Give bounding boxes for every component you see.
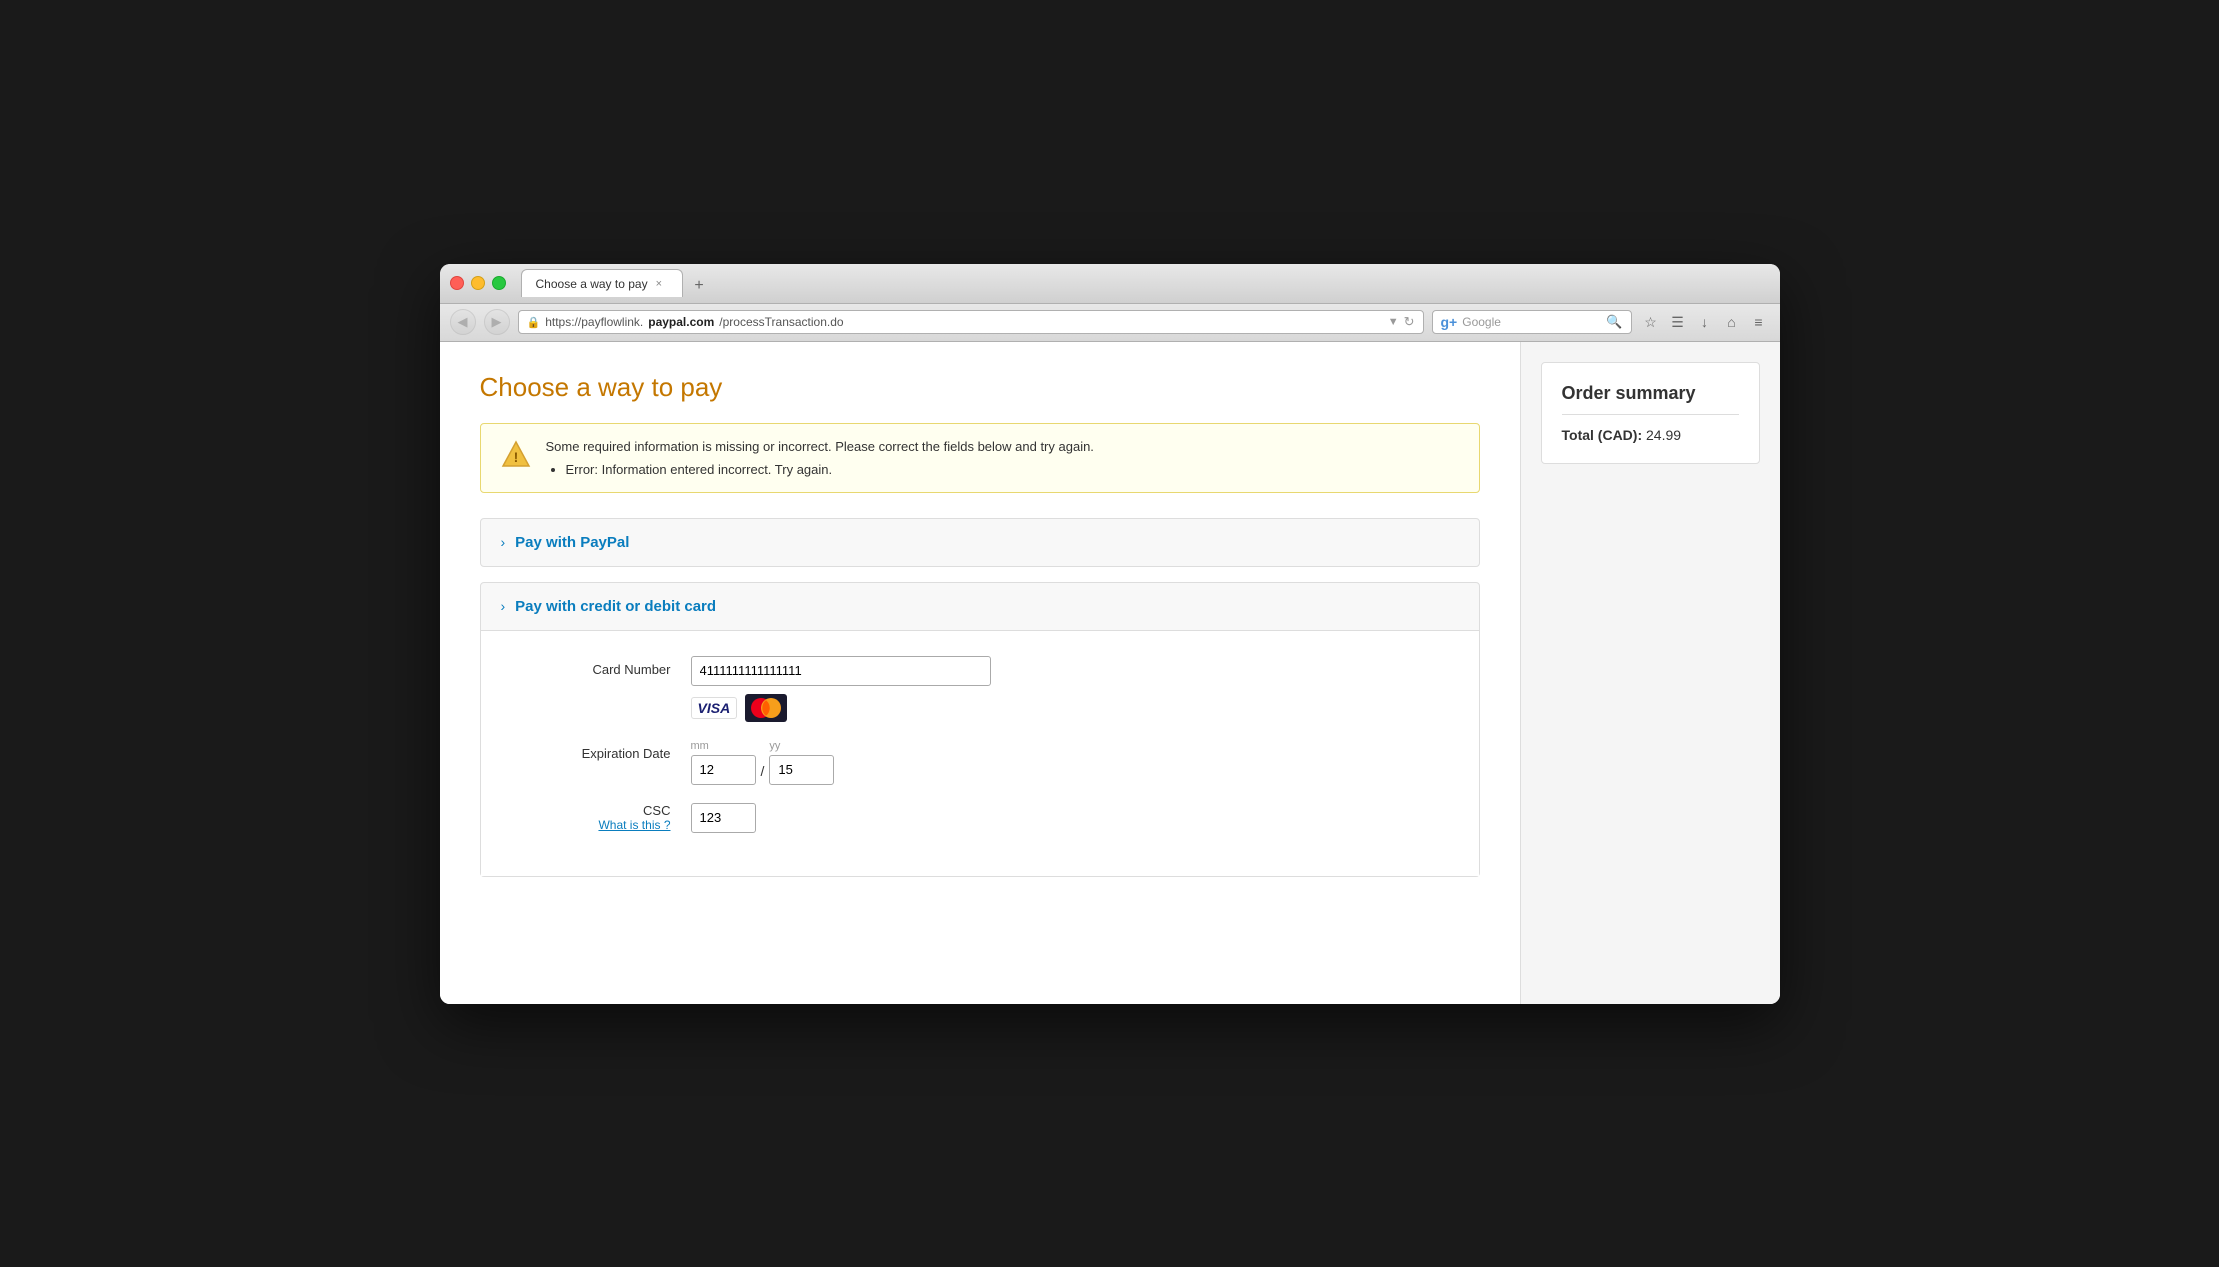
expiration-label: Expiration Date <box>511 740 691 761</box>
card-chevron-icon: › <box>501 598 506 614</box>
forward-icon: ▶ <box>492 314 502 330</box>
paypal-section-header[interactable]: › Pay with PayPal <box>481 519 1479 566</box>
svg-text:!: ! <box>513 449 518 465</box>
search-placeholder: Google <box>1462 315 1601 329</box>
tab-close-button[interactable]: × <box>656 278 662 290</box>
error-text-content: Some required information is missing or … <box>546 439 1094 477</box>
forward-button[interactable]: ▶ <box>484 309 510 335</box>
visa-logo: VISA <box>691 697 738 719</box>
order-total: Total (CAD): 24.99 <box>1562 427 1739 443</box>
csc-label-group: CSC What is this ? <box>511 803 691 832</box>
exp-year-input[interactable] <box>769 755 834 785</box>
csc-label: CSC <box>511 803 671 818</box>
card-section-header[interactable]: › Pay with credit or debit card <box>481 583 1479 630</box>
address-path: /processTransaction.do <box>719 315 843 329</box>
home-icon[interactable]: ⌂ <box>1721 311 1743 333</box>
paypal-section: › Pay with PayPal <box>480 518 1480 567</box>
page-title: Choose a way to pay <box>480 372 1480 403</box>
card-number-row: Card Number VISA <box>511 656 1449 722</box>
card-number-label: Card Number <box>511 656 691 677</box>
browser-content: Choose a way to pay ! Some required info… <box>440 342 1780 1004</box>
csc-row: CSC What is this ? <box>511 803 1449 833</box>
card-section-title: Pay with credit or debit card <box>515 598 716 615</box>
nav-bar: ◀ ▶ 🔒 https://payflowlink. paypal.com/pro… <box>440 304 1780 342</box>
error-list-item: Error: Information entered incorrect. Tr… <box>566 462 1094 477</box>
search-bar[interactable]: g+ Google 🔍 <box>1432 310 1632 334</box>
error-box: ! Some required information is missing o… <box>480 423 1480 493</box>
exp-year-group: yy <box>769 740 834 785</box>
address-bar[interactable]: 🔒 https://payflowlink. paypal.com/process… <box>518 310 1424 334</box>
maximize-button[interactable] <box>492 276 506 290</box>
address-dropdown-icon[interactable]: ▼ <box>1388 316 1399 328</box>
expiration-field-group: mm / yy <box>691 740 835 785</box>
bookmark-icon[interactable]: ☆ <box>1640 311 1662 333</box>
title-bar: Choose a way to pay × + <box>440 264 1780 304</box>
order-summary: Order summary Total (CAD): 24.99 <box>1541 362 1760 464</box>
expiration-row: Expiration Date mm / yy <box>511 740 1449 785</box>
main-content: Choose a way to pay ! Some required info… <box>440 342 1520 1004</box>
address-prefix: https://payflowlink. <box>545 315 643 329</box>
traffic-lights <box>450 276 506 290</box>
expiry-inputs: mm / yy <box>691 740 835 785</box>
back-button[interactable]: ◀ <box>450 309 476 335</box>
paypal-chevron-icon: › <box>501 534 506 550</box>
minimize-button[interactable] <box>471 276 485 290</box>
exp-month-input[interactable] <box>691 755 756 785</box>
order-summary-title: Order summary <box>1562 383 1739 415</box>
download-icon[interactable]: ↓ <box>1694 311 1716 333</box>
google-icon: g+ <box>1441 314 1458 330</box>
expiry-separator: / <box>761 745 765 779</box>
total-value: 24.99 <box>1646 427 1681 443</box>
error-main-message: Some required information is missing or … <box>546 439 1094 454</box>
new-tab-button[interactable]: + <box>688 275 710 297</box>
exp-year-label: yy <box>769 740 834 752</box>
paypal-section-title: Pay with PayPal <box>515 534 629 551</box>
warning-icon: ! <box>501 439 531 469</box>
back-icon: ◀ <box>458 314 468 330</box>
csc-what-is-this-link[interactable]: What is this ? <box>511 818 671 832</box>
menu-icon[interactable]: ≡ <box>1748 311 1770 333</box>
card-number-input[interactable] <box>691 656 991 686</box>
card-section: › Pay with credit or debit card Card Num… <box>480 582 1480 877</box>
tabs-area: Choose a way to pay × + <box>521 269 1770 297</box>
exp-month-group: mm <box>691 740 756 785</box>
search-icon[interactable]: 🔍 <box>1606 314 1622 330</box>
nav-icons: ☆ ☰ ↓ ⌂ ≡ <box>1640 311 1770 333</box>
card-logos: VISA <box>691 694 991 722</box>
security-icon: 🔒 <box>527 316 541 329</box>
reading-list-icon[interactable]: ☰ <box>1667 311 1689 333</box>
tab-title: Choose a way to pay <box>536 277 648 291</box>
refresh-icon[interactable]: ↻ <box>1404 314 1415 330</box>
mastercard-logo <box>745 694 787 722</box>
csc-input[interactable] <box>691 803 756 833</box>
card-form: Card Number VISA <box>481 630 1479 876</box>
close-button[interactable] <box>450 276 464 290</box>
browser-window: Choose a way to pay × + ◀ ▶ 🔒 https://pa… <box>440 264 1780 1004</box>
card-number-field-group: VISA <box>691 656 991 722</box>
address-domain: paypal.com <box>648 315 714 329</box>
active-tab[interactable]: Choose a way to pay × <box>521 269 684 297</box>
sidebar: Order summary Total (CAD): 24.99 <box>1520 342 1780 1004</box>
total-label: Total (CAD): <box>1562 427 1643 443</box>
exp-month-label: mm <box>691 740 756 752</box>
error-list: Error: Information entered incorrect. Tr… <box>546 462 1094 477</box>
